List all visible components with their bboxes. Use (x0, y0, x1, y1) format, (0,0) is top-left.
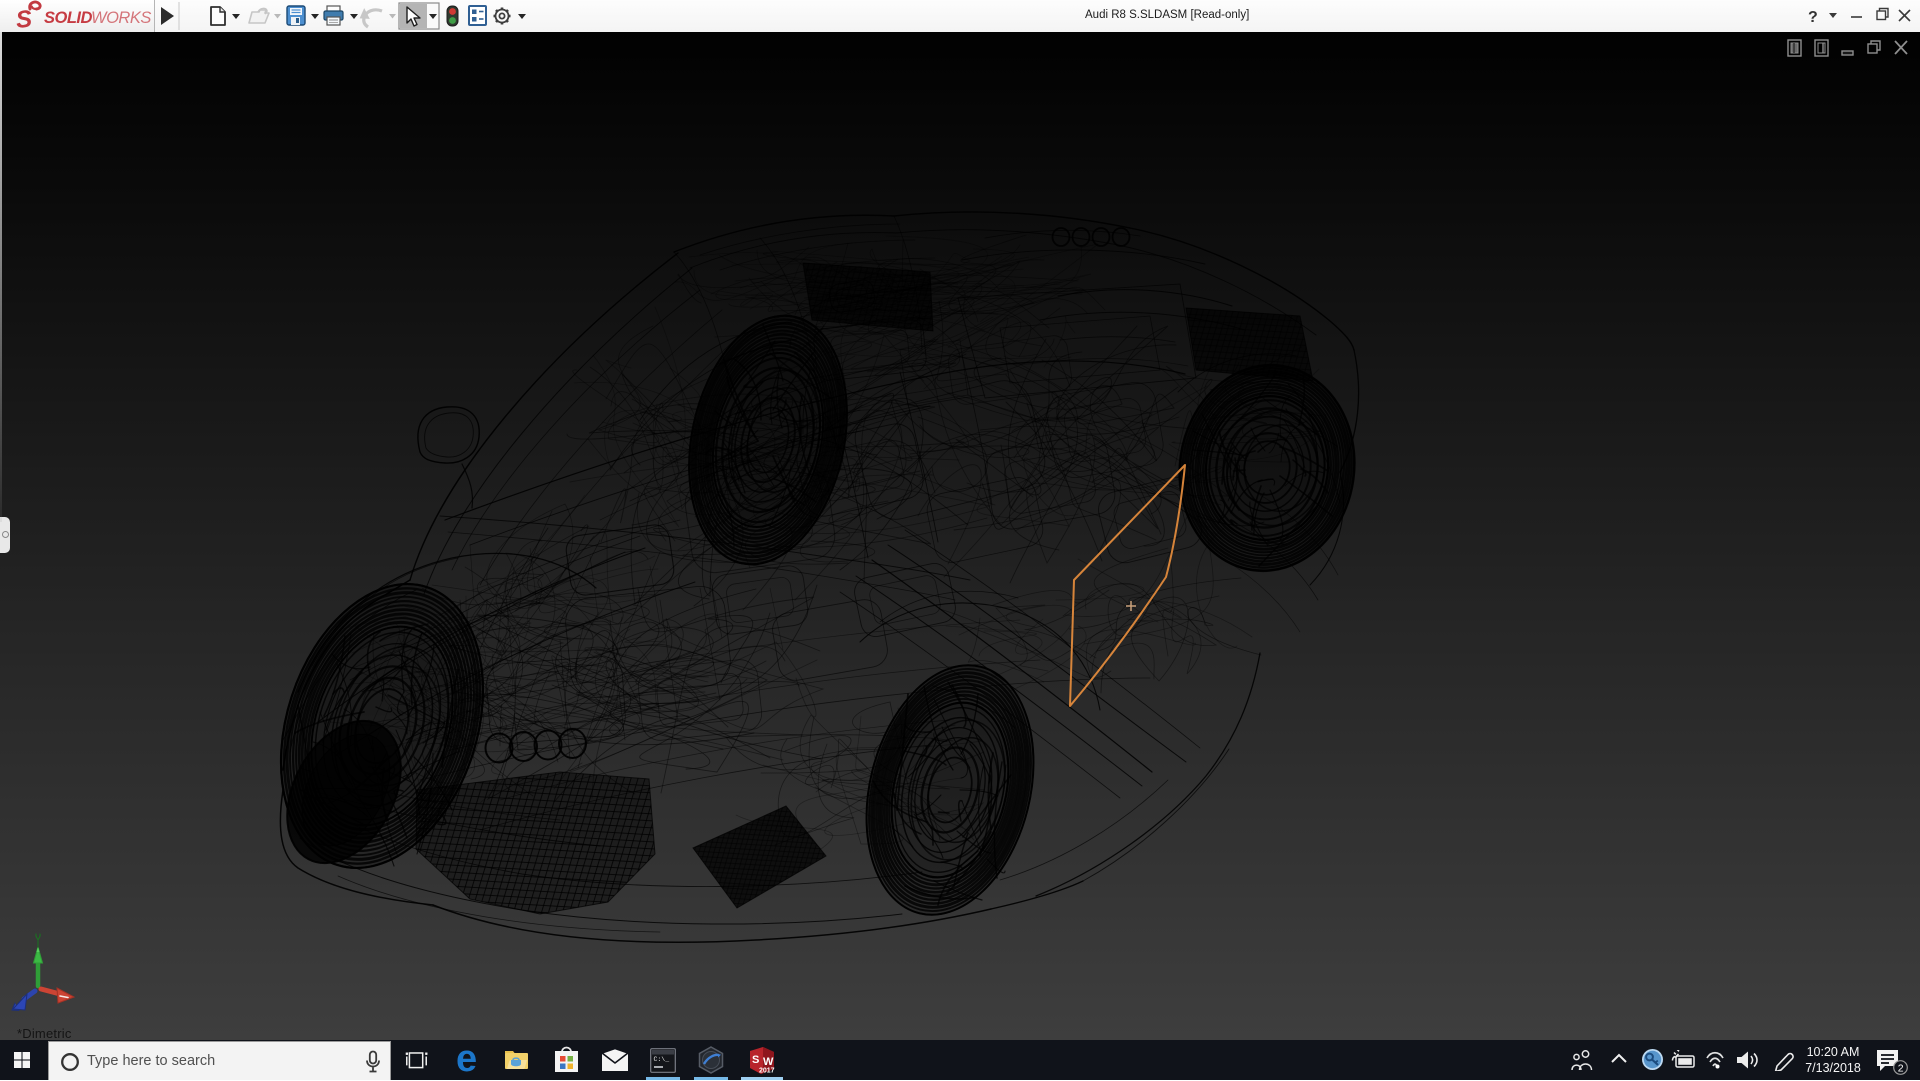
svg-text:S: S (15, 5, 34, 32)
svg-text:SOLID: SOLID (44, 9, 93, 27)
svg-text:2: 2 (1898, 1062, 1904, 1074)
svg-text:WORKS: WORKS (91, 9, 151, 27)
svg-text:?: ? (1808, 9, 1818, 26)
svg-text:S: S (752, 1054, 759, 1066)
svg-text:2017: 2017 (759, 1068, 775, 1075)
svg-text:W: W (763, 1056, 774, 1068)
svg-text:C:\_: C:\_ (654, 1056, 670, 1063)
